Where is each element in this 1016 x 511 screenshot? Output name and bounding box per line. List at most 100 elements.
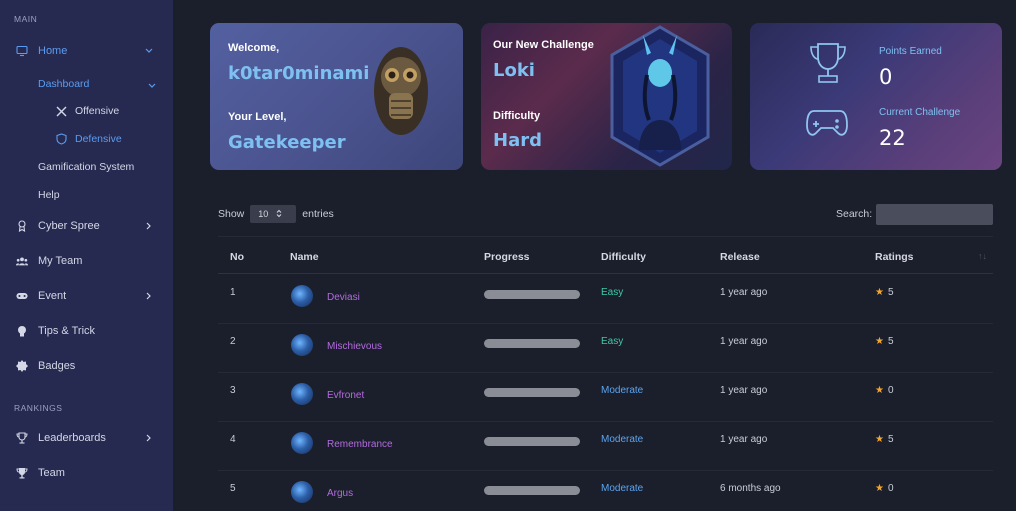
lightbulb-icon xyxy=(16,325,28,337)
section-label-main: MAIN xyxy=(14,14,38,24)
sidebar-item-my-team[interactable]: My Team xyxy=(0,248,173,274)
sidebar-item-tips[interactable]: Tips & Trick xyxy=(0,318,173,344)
table-row[interactable]: 4 Remembrance Moderate 1 year ago ★ 5 xyxy=(218,422,993,471)
entries-select-value: 10 xyxy=(258,209,269,219)
sidebar-item-event[interactable]: Event xyxy=(0,283,173,309)
shield-icon xyxy=(56,133,67,145)
new-challenge-label: Our New Challenge xyxy=(493,39,594,51)
rating: ★ 5 xyxy=(875,287,894,298)
current-challenge-value: 22 xyxy=(879,126,906,150)
star-icon: ★ xyxy=(875,385,884,396)
sidebar-item-badges[interactable]: Badges xyxy=(0,353,173,379)
search-input[interactable] xyxy=(876,204,993,225)
column-header-progress[interactable]: Progress xyxy=(484,251,530,263)
column-header-difficulty[interactable]: Difficulty xyxy=(601,251,646,263)
points-earned-label: Points Earned xyxy=(879,46,942,57)
new-challenge-card[interactable]: Our New Challenge Loki Difficulty Hard xyxy=(481,23,732,170)
difficulty-value: Moderate xyxy=(601,385,644,396)
sidebar-item-home[interactable]: Home xyxy=(0,38,173,64)
sort-icon[interactable]: ↑↓ xyxy=(978,251,987,261)
challenge-name-link[interactable]: Deviasi xyxy=(327,292,360,303)
column-header-name[interactable]: Name xyxy=(290,251,319,263)
trophy-icon xyxy=(16,432,28,444)
rating: ★ 0 xyxy=(875,385,894,396)
challenge-name-link[interactable]: Evfronet xyxy=(327,390,364,401)
sidebar-item-leaderboards[interactable]: Leaderboards xyxy=(0,425,173,451)
sidebar-item-label: Defensive xyxy=(75,133,122,145)
challenge-difficulty: Hard xyxy=(493,130,542,151)
sidebar-item-label: My Team xyxy=(38,255,83,267)
section-label-rankings: RANKINGS xyxy=(14,403,63,413)
sidebar-item-label: Gamification System xyxy=(38,161,135,173)
row-number: 4 xyxy=(230,434,236,445)
welcome-card: Welcome, k0tar0minami Your Level, Gateke… xyxy=(210,23,463,170)
release-value: 1 year ago xyxy=(720,336,768,347)
points-earned-value: 0 xyxy=(879,65,893,89)
difficulty-value: Moderate xyxy=(601,483,644,494)
sidebar-item-dashboard[interactable]: Dashboard xyxy=(38,73,168,95)
welcome-label: Welcome, xyxy=(228,42,280,54)
column-header-ratings[interactable]: Ratings xyxy=(875,251,914,263)
sidebar-item-label: Leaderboards xyxy=(38,432,106,444)
row-number: 1 xyxy=(230,287,236,298)
rating: ★ 5 xyxy=(875,434,894,445)
entries-select[interactable]: 10 xyxy=(250,205,297,223)
column-header-no[interactable]: No xyxy=(230,251,244,263)
star-icon: ★ xyxy=(875,434,884,445)
username: k0tar0minami xyxy=(228,63,370,84)
sidebar-item-team[interactable]: Team xyxy=(0,460,173,486)
release-value: 1 year ago xyxy=(720,385,768,396)
sidebar-item-label: Help xyxy=(38,189,60,201)
sidebar-item-offensive[interactable]: Offensive xyxy=(56,100,119,122)
sidebar-item-label: Home xyxy=(38,45,68,57)
medal-icon xyxy=(16,220,28,232)
chevron-down-icon xyxy=(143,45,155,57)
table-row[interactable]: 2 Mischievous Easy 1 year ago ★ 5 xyxy=(218,324,993,373)
stats-card: Points Earned 0 Current Challenge 22 xyxy=(750,23,1002,170)
row-number: 3 xyxy=(230,385,236,396)
rating-value: 0 xyxy=(887,385,894,396)
badge-icon xyxy=(16,360,28,372)
rating: ★ 5 xyxy=(875,336,894,347)
challenge-name-link[interactable]: Remembrance xyxy=(327,439,393,450)
show-label: Show xyxy=(218,208,245,220)
crossed-swords-icon xyxy=(56,106,67,117)
difficulty-value: Moderate xyxy=(601,434,644,445)
rating: ★ 0 xyxy=(875,483,894,494)
rating-value: 5 xyxy=(887,336,894,347)
progress-bar xyxy=(484,437,580,446)
user-level: Gatekeeper xyxy=(228,132,346,153)
sidebar-item-label: Dashboard xyxy=(38,78,90,90)
sidebar-item-label: Event xyxy=(38,290,67,302)
sidebar: MAIN Home Dashboard Offensive Defensive … xyxy=(0,0,173,511)
table-row[interactable]: 1 Deviasi Easy 1 year ago ★ 5 xyxy=(218,275,993,324)
users-icon xyxy=(16,255,28,267)
updown-icon xyxy=(276,209,282,220)
challenge-name-link[interactable]: Mischievous xyxy=(327,341,382,352)
sidebar-item-label: Badges xyxy=(38,360,76,372)
sidebar-item-help[interactable]: Help xyxy=(38,184,60,206)
gamepad-icon xyxy=(806,107,848,144)
sidebar-item-cyber-spree[interactable]: Cyber Spree xyxy=(0,213,173,239)
column-header-release[interactable]: Release xyxy=(720,251,760,263)
table-row[interactable]: 3 Evfronet Moderate 1 year ago ★ 0 xyxy=(218,373,993,422)
star-icon: ★ xyxy=(875,336,884,347)
sidebar-item-label: Offensive xyxy=(75,105,120,117)
rating-value: 5 xyxy=(887,287,894,298)
sidebar-item-defensive[interactable]: Defensive xyxy=(56,128,122,150)
search-label: Search: xyxy=(836,208,873,220)
challenge-name-link[interactable]: Argus xyxy=(327,488,353,499)
challenge-avatar xyxy=(291,481,313,503)
row-number: 5 xyxy=(230,483,236,494)
sidebar-item-label: Team xyxy=(38,467,65,479)
trophy-icon xyxy=(16,467,28,479)
progress-bar xyxy=(484,339,580,348)
sidebar-item-gamification[interactable]: Gamification System xyxy=(38,156,134,178)
progress-bar xyxy=(484,388,580,397)
star-icon: ★ xyxy=(875,483,884,494)
chevron-right-icon xyxy=(143,220,155,232)
challenge-avatar xyxy=(291,285,313,307)
rating-value: 0 xyxy=(887,483,894,494)
table-row[interactable]: 5 Argus Moderate 6 months ago ★ 0 xyxy=(218,471,993,511)
release-value: 6 months ago xyxy=(720,483,781,494)
